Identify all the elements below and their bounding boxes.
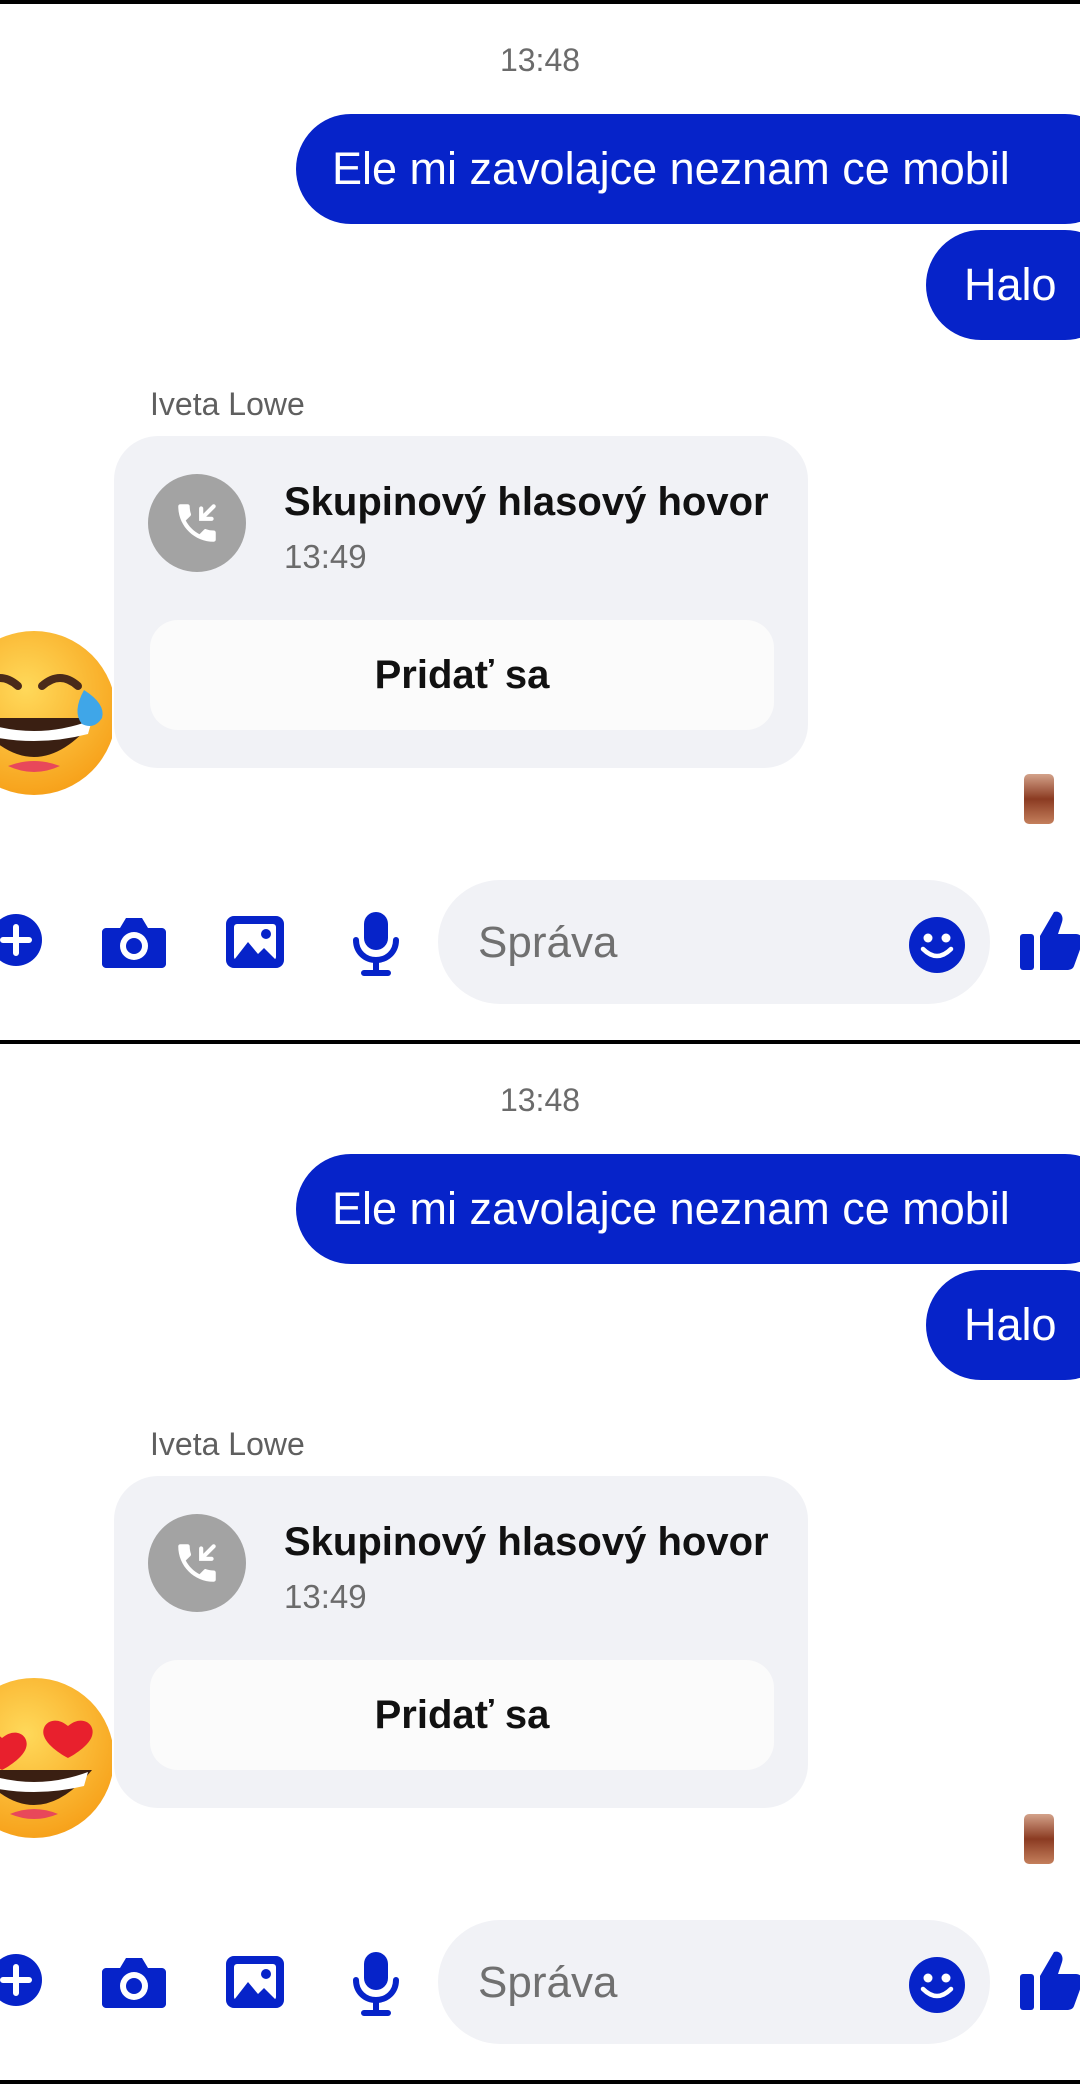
chat-panel: 13:48 Ele mi zavolajce neznam ce mobil H… [0, 1044, 1080, 2080]
plus-circle-icon[interactable] [0, 1952, 44, 2008]
heart-eyes-emoji-reaction[interactable] [0, 1668, 114, 1838]
smiley-icon[interactable] [908, 1956, 966, 2014]
group-call-card[interactable]: Skupinový hlasový hovor 13:49 Pridať sa [114, 436, 808, 768]
join-call-button[interactable]: Pridať sa [150, 1660, 774, 1770]
missed-call-icon [148, 474, 246, 572]
thumbs-up-icon[interactable] [1018, 1946, 1080, 2012]
sender-name: Iveta Lowe [150, 386, 305, 422]
outgoing-message[interactable]: Halo [926, 1270, 1080, 1380]
seen-avatar [1024, 1814, 1054, 1864]
outgoing-message[interactable]: Halo [926, 230, 1080, 340]
plus-circle-icon[interactable] [0, 912, 44, 968]
microphone-icon[interactable] [350, 910, 402, 976]
thumbs-up-icon[interactable] [1018, 906, 1080, 972]
message-timestamp: 13:48 [499, 42, 581, 78]
image-icon[interactable] [224, 1954, 286, 2010]
camera-icon[interactable] [100, 914, 168, 970]
smiley-icon[interactable] [908, 916, 966, 974]
microphone-icon[interactable] [350, 1950, 402, 2016]
message-input[interactable] [476, 880, 860, 1006]
call-title: Skupinový hlasový hovor [284, 1520, 769, 1564]
missed-call-icon [148, 1514, 246, 1612]
message-timestamp: 13:48 [499, 1082, 581, 1118]
message-composer[interactable] [438, 1920, 990, 2046]
chat-panel: 13:48 Ele mi zavolajce neznam ce mobil H… [0, 4, 1080, 1040]
sender-name: Iveta Lowe [150, 1426, 305, 1462]
message-input[interactable] [476, 1920, 860, 2046]
seen-avatar [1024, 774, 1054, 824]
group-call-card[interactable]: Skupinový hlasový hovor 13:49 Pridať sa [114, 1476, 808, 1808]
outgoing-message[interactable]: Ele mi zavolajce neznam ce mobil [296, 114, 1080, 224]
message-toolbar [0, 1914, 1080, 2046]
message-composer[interactable] [438, 880, 990, 1006]
image-icon[interactable] [224, 914, 286, 970]
message-toolbar [0, 874, 1080, 1006]
call-time: 13:49 [284, 538, 367, 575]
outgoing-message[interactable]: Ele mi zavolajce neznam ce mobil [296, 1154, 1080, 1264]
camera-icon[interactable] [100, 1954, 168, 2010]
laughing-emoji-reaction[interactable] [0, 628, 116, 798]
call-time: 13:49 [284, 1578, 367, 1615]
join-call-button[interactable]: Pridať sa [150, 620, 774, 730]
call-title: Skupinový hlasový hovor [284, 480, 769, 524]
